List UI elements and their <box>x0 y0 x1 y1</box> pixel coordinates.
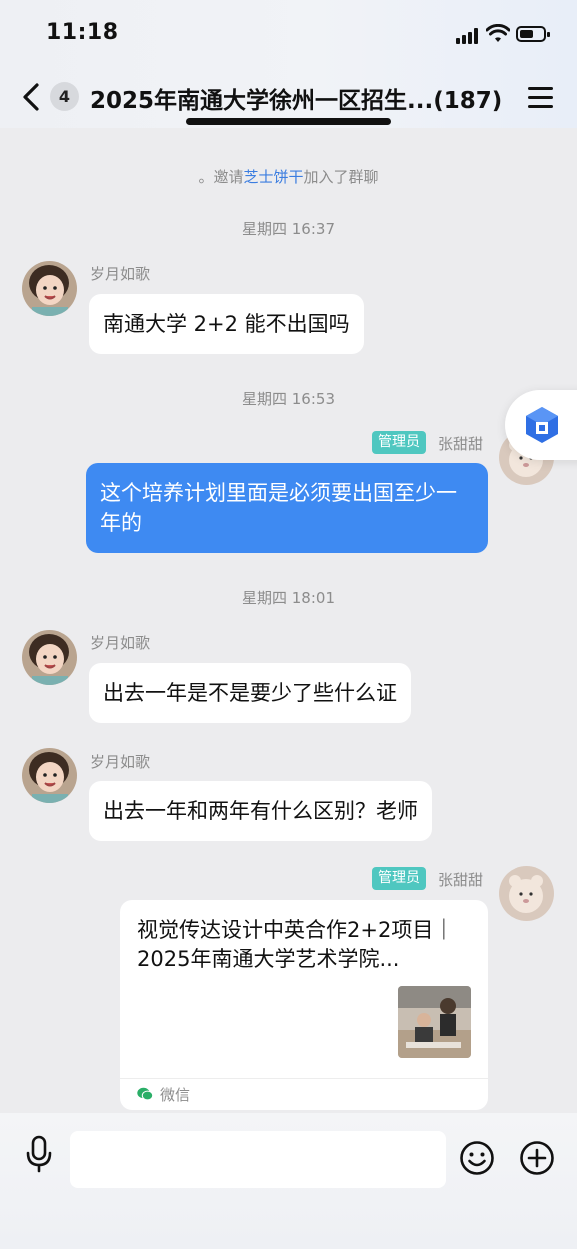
menu-icon[interactable] <box>528 87 553 109</box>
card-thumbnail <box>398 986 471 1058</box>
timestamp: 星期四 18:01 <box>242 589 335 607</box>
floating-assistant-button[interactable] <box>505 390 577 460</box>
back-chevron-icon[interactable] <box>18 82 46 112</box>
wifi-icon <box>486 24 510 42</box>
invited-user-link[interactable]: 芝士饼干 <box>243 168 303 186</box>
battery-icon <box>516 26 550 42</box>
divider <box>120 1078 488 1079</box>
system-notice-prefix: 。邀请 <box>198 168 244 186</box>
status-time: 11:18 <box>46 20 119 45</box>
home-indicator[interactable] <box>186 118 391 125</box>
avatar[interactable] <box>22 261 77 316</box>
sender-name: 张甜甜 <box>438 871 484 889</box>
card-title: 视觉传达设计中英合作2+2项目｜2025年南通大学艺术学院... <box>137 918 455 971</box>
card-source: 微信 <box>160 1086 191 1104</box>
avatar[interactable] <box>22 748 77 803</box>
shared-article-card[interactable]: 视觉传达设计中英合作2+2项目｜2025年南通大学艺术学院... 微信 <box>120 900 488 1110</box>
timestamp: 星期四 16:37 <box>242 220 335 238</box>
system-notice: 。邀请芝士饼干加入了群聊 <box>0 166 577 187</box>
sender-name: 岁月如歌 <box>90 634 151 652</box>
message-bubble[interactable]: 出去一年和两年有什么区别？老师 <box>89 781 432 841</box>
message-bubble-self[interactable]: 这个培养计划里面是必须要出国至少一年的 <box>86 463 488 553</box>
message-bubble[interactable]: 出去一年是不是要少了些什么证 <box>89 663 411 723</box>
avatar[interactable] <box>499 866 554 921</box>
message-input[interactable] <box>70 1131 446 1188</box>
mic-icon[interactable] <box>24 1135 54 1175</box>
sender-name: 张甜甜 <box>438 435 484 453</box>
plus-icon[interactable] <box>519 1140 555 1176</box>
emoji-icon[interactable] <box>459 1140 495 1176</box>
admin-role-badge: 管理员 <box>372 431 426 454</box>
timestamp: 星期四 16:53 <box>242 390 335 408</box>
sender-name: 岁月如歌 <box>90 265 151 283</box>
input-bar <box>0 1113 577 1249</box>
message-bubble[interactable]: 南通大学 2+2 能不出国吗 <box>89 294 364 354</box>
unread-count-badge[interactable]: 4 <box>50 82 79 111</box>
system-notice-suffix: 加入了群聊 <box>303 168 379 186</box>
status-bar: 11:18 <box>0 0 577 64</box>
signal-icon <box>456 28 480 44</box>
admin-role-badge: 管理员 <box>372 867 426 890</box>
wechat-icon <box>137 1087 153 1101</box>
chat-title: 2025年南通大学徐州一区招生...(187) <box>90 88 503 114</box>
sender-name: 岁月如歌 <box>90 753 151 771</box>
avatar[interactable] <box>22 630 77 685</box>
assistant-cube-icon <box>526 407 558 443</box>
